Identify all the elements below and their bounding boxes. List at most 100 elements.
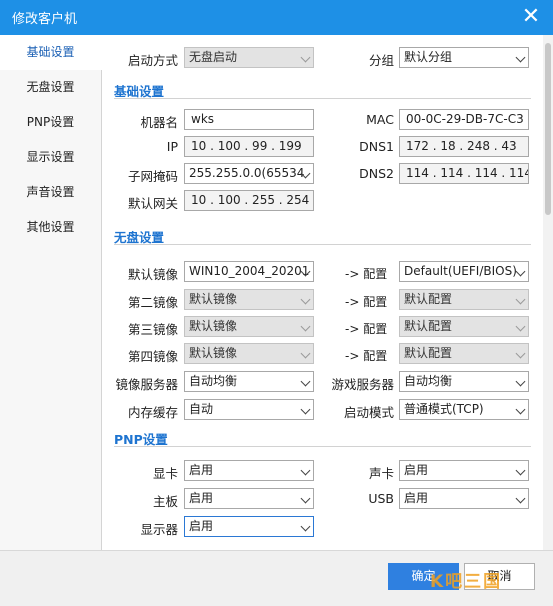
config1-label: -> 配置	[345, 267, 388, 281]
chevron-down-icon	[515, 404, 526, 415]
section-divider	[114, 98, 531, 99]
config1-select[interactable]: Default(UEFI/BIOS)	[399, 261, 529, 282]
scrollbar-thumb[interactable]	[545, 43, 551, 215]
title-bar: 修改客户机 ✕	[0, 0, 553, 35]
chevron-down-icon	[515, 348, 526, 359]
chevron-down-icon	[300, 321, 311, 332]
chevron-down-icon	[300, 404, 311, 415]
settings-panel: 启动方式 无盘启动 分组 默认分组 基础设置 机器名 wks MAC 00-0C…	[102, 35, 543, 550]
group-value: 默认分组	[404, 50, 453, 64]
close-icon[interactable]: ✕	[517, 3, 545, 31]
image2-value: 默认镜像	[189, 292, 238, 306]
config2-label: -> 配置	[345, 295, 388, 309]
image3-value: 默认镜像	[189, 319, 238, 333]
config2-value: 默认配置	[404, 292, 453, 306]
image4-value: 默认镜像	[189, 346, 238, 360]
chevron-down-icon	[515, 493, 526, 504]
usb-label: USB	[368, 491, 394, 506]
image1-select[interactable]: WIN10_2004_20201	[184, 261, 314, 282]
group-select[interactable]: 默认分组	[399, 47, 529, 68]
gateway-label: 默认网关	[127, 196, 178, 211]
sidebar-item-display[interactable]: 显示设置	[0, 140, 101, 175]
image3-label: 第三镜像	[127, 322, 178, 337]
section-divider	[114, 446, 531, 447]
chevron-down-icon	[515, 465, 526, 476]
chevron-down-icon	[300, 465, 311, 476]
memory-cache-select[interactable]: 自动	[184, 399, 314, 420]
gpu-label: 显卡	[152, 466, 178, 481]
ip-label: IP	[166, 139, 178, 154]
config3-select[interactable]: 默认配置	[399, 316, 529, 337]
subnet-mask-label: 子网掩码	[127, 169, 178, 184]
sidebar-item-basic[interactable]: 基础设置	[0, 35, 102, 70]
chevron-down-icon	[300, 348, 311, 359]
config2-select[interactable]: 默认配置	[399, 289, 529, 310]
gpu-value: 启用	[189, 463, 214, 477]
boot-mode-value: 无盘启动	[189, 50, 238, 64]
image2-select[interactable]: 默认镜像	[184, 289, 314, 310]
motherboard-label: 主板	[152, 494, 178, 509]
config3-label: -> 配置	[345, 322, 388, 336]
image3-select[interactable]: 默认镜像	[184, 316, 314, 337]
sound-card-select[interactable]: 启用	[399, 460, 529, 481]
ip-input[interactable]: 10 . 100 . 99 . 199	[184, 136, 314, 157]
game-server-select[interactable]: 自动均衡	[399, 371, 529, 392]
chevron-down-icon	[300, 376, 311, 387]
config4-select[interactable]: 默认配置	[399, 343, 529, 364]
monitor-select[interactable]: 启用	[184, 516, 314, 537]
sound-card-label: 声卡	[368, 466, 394, 481]
boot-model-label: 启动模式	[343, 405, 394, 420]
boot-mode-select[interactable]: 无盘启动	[184, 47, 314, 68]
memory-cache-value: 自动	[189, 402, 214, 416]
vertical-scrollbar[interactable]	[543, 35, 553, 550]
boot-model-select[interactable]: 普通模式(TCP)	[399, 399, 529, 420]
chevron-down-icon	[300, 493, 311, 504]
dns2-input[interactable]: 114 . 114 . 114 . 114	[399, 163, 529, 184]
chevron-down-icon	[515, 294, 526, 305]
dns1-input[interactable]: 172 . 18 . 248 . 43	[399, 136, 529, 157]
image4-select[interactable]: 默认镜像	[184, 343, 314, 364]
sidebar-item-other[interactable]: 其他设置	[0, 210, 101, 245]
subnet-mask-value: 255.255.0.0(65534	[189, 166, 305, 180]
chevron-down-icon	[300, 521, 311, 532]
gateway-input[interactable]: 10 . 100 . 255 . 254	[184, 190, 314, 211]
watermark-logo: K吧三国	[430, 572, 503, 592]
motherboard-select[interactable]: 启用	[184, 488, 314, 509]
group-label: 分组	[368, 53, 394, 68]
mac-label: MAC	[366, 112, 394, 127]
boot-model-value: 普通模式(TCP)	[404, 402, 484, 416]
config1-value: Default(UEFI/BIOS)	[404, 264, 517, 278]
config4-value: 默认配置	[404, 346, 453, 360]
subnet-mask-select[interactable]: 255.255.0.0(65534	[184, 163, 314, 184]
monitor-value: 启用	[189, 519, 214, 533]
sidebar-item-diskless[interactable]: 无盘设置	[0, 70, 101, 105]
image2-label: 第二镜像	[127, 295, 178, 310]
machine-name-input[interactable]: wks	[184, 109, 314, 130]
motherboard-value: 启用	[189, 491, 214, 505]
chevron-down-icon	[515, 321, 526, 332]
image-server-label: 镜像服务器	[115, 377, 178, 392]
memory-cache-label: 内存缓存	[127, 405, 178, 420]
game-server-value: 自动均衡	[404, 374, 453, 388]
chevron-down-icon	[300, 294, 311, 305]
gpu-select[interactable]: 启用	[184, 460, 314, 481]
dns2-label: DNS2	[359, 166, 394, 181]
image-server-select[interactable]: 自动均衡	[184, 371, 314, 392]
usb-value: 启用	[404, 491, 429, 505]
chevron-down-icon	[300, 52, 311, 63]
boot-mode-label: 启动方式	[127, 53, 178, 68]
image-server-value: 自动均衡	[189, 374, 238, 388]
chevron-down-icon	[515, 376, 526, 387]
game-server-label: 游戏服务器	[331, 377, 394, 392]
machine-name-label: 机器名	[140, 115, 178, 130]
config4-label: -> 配置	[345, 349, 388, 363]
mac-input[interactable]: 00-0C-29-DB-7C-C3	[399, 109, 529, 130]
chevron-down-icon	[515, 266, 526, 277]
chevron-down-icon	[515, 52, 526, 63]
sidebar-item-pnp[interactable]: PNP设置	[0, 105, 101, 140]
usb-select[interactable]: 启用	[399, 488, 529, 509]
sidebar-item-sound[interactable]: 声音设置	[0, 175, 101, 210]
section-divider	[114, 244, 531, 245]
image1-label: 默认镜像	[127, 267, 178, 282]
window-title: 修改客户机	[12, 12, 78, 27]
